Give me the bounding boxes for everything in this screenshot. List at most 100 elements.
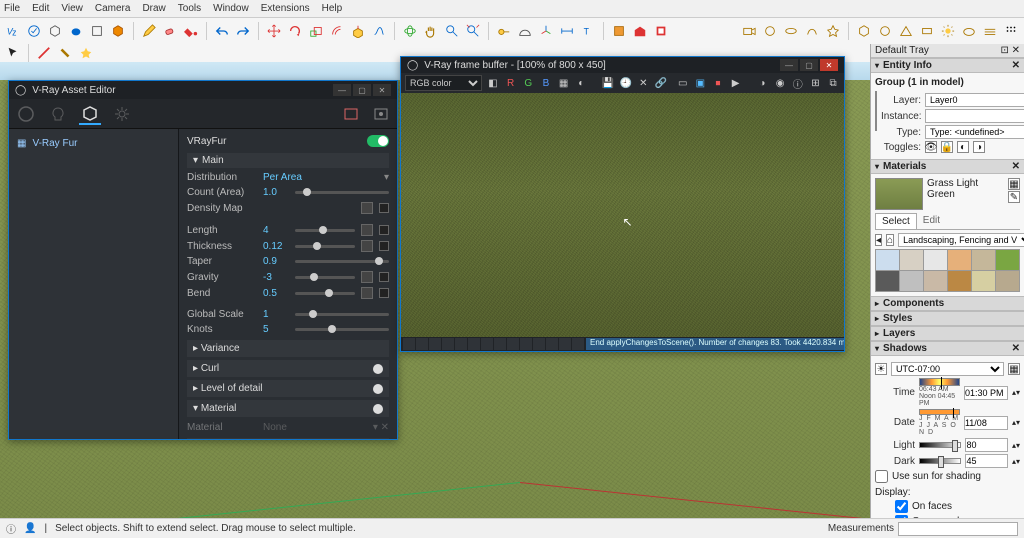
menu-camera[interactable]: Camera (95, 3, 131, 14)
shadow-toggle-icon[interactable]: ☀ (875, 363, 887, 375)
vfb-info-icon[interactable]: ⓘ (791, 75, 805, 91)
right-icon[interactable] (918, 22, 936, 40)
section-icon[interactable] (610, 22, 628, 40)
shadow-dark-slider[interactable] (919, 458, 961, 464)
toggle-lock-icon[interactable]: 🔒 (941, 141, 953, 153)
material-cell[interactable] (948, 250, 971, 270)
vray-furcube-icon[interactable] (109, 22, 127, 40)
warehouse-icon[interactable] (631, 22, 649, 40)
material-cell[interactable] (996, 250, 1019, 270)
protractor-icon[interactable] (516, 22, 534, 40)
menu-tools[interactable]: Tools (178, 3, 201, 14)
menu-file[interactable]: File (4, 3, 20, 14)
vfb-canvas[interactable]: ↖ (401, 93, 844, 337)
text-icon[interactable]: T (579, 22, 597, 40)
vray-render-icon[interactable] (88, 22, 106, 40)
shadow-dark-input[interactable] (965, 454, 1007, 468)
vray-gravity-slider[interactable] (295, 276, 355, 279)
vray-render2-icon[interactable] (371, 104, 391, 124)
material-cell[interactable] (972, 250, 995, 270)
vray-knots-slider[interactable] (295, 328, 389, 331)
vray-sect-variance[interactable]: ▸ Variance (187, 340, 389, 357)
entity-swatch[interactable] (875, 91, 877, 131)
entity-type-select[interactable]: Type: <undefined> (925, 125, 1024, 139)
pencil-icon[interactable] (140, 22, 158, 40)
dimension-icon[interactable] (558, 22, 576, 40)
offset-icon[interactable] (328, 22, 346, 40)
material-cell[interactable] (876, 250, 899, 270)
orbit-icon[interactable] (401, 22, 419, 40)
vray-count-slider[interactable] (295, 191, 389, 194)
mat-library-select[interactable]: Landscaping, Fencing and V (898, 233, 1024, 247)
mat-home-icon[interactable]: ⌂ (886, 234, 894, 246)
extension-icon[interactable] (652, 22, 670, 40)
select-icon[interactable] (4, 44, 22, 62)
vfb-render-icon[interactable]: ▶ (729, 75, 743, 91)
vfb-stop-icon[interactable]: ⏹ (711, 75, 725, 91)
vray-grav-chk[interactable] (379, 272, 389, 282)
vray-min-icon[interactable]: — (333, 84, 351, 96)
vfb-pixel-icon[interactable]: ⊞ (809, 75, 823, 91)
mat-dropper-icon[interactable]: ✎ (1008, 191, 1020, 203)
vfb-titlebar[interactable]: ◯ V-Ray frame buffer - [100% of 800 x 45… (401, 57, 844, 73)
dots-icon[interactable] (1002, 22, 1020, 40)
undo-icon[interactable] (213, 22, 231, 40)
vray-gscale-slider[interactable] (295, 313, 389, 316)
vray-tab-materials-icon[interactable] (15, 103, 37, 125)
material-cell[interactable] (924, 271, 947, 291)
vfb-channel-select[interactable]: RGB color (405, 75, 482, 91)
panel-components-header[interactable]: ▸Components (871, 296, 1024, 311)
vfb-b-icon[interactable]: B (539, 75, 553, 91)
vray-tab-settings-icon[interactable] (111, 103, 133, 125)
menu-window[interactable]: Window (213, 3, 249, 14)
pushpull-icon[interactable] (349, 22, 367, 40)
vray-teapot-icon[interactable] (67, 22, 85, 40)
render-icon[interactable] (803, 22, 821, 40)
material-swatch[interactable] (875, 178, 923, 210)
sun-icon[interactable] (939, 22, 957, 40)
shadow-tz-select[interactable]: UTC-07:00 (891, 362, 1004, 376)
rect-icon[interactable] (77, 44, 95, 62)
camera-icon[interactable] (740, 22, 758, 40)
vray-distribution-select[interactable]: Per Area▾ (263, 172, 389, 183)
vray-thick-map[interactable] (361, 240, 373, 252)
move-icon[interactable] (265, 22, 283, 40)
mat-back-icon[interactable]: ◂ (875, 234, 882, 246)
menu-edit[interactable]: Edit (32, 3, 49, 14)
shadow-light-slider[interactable] (919, 442, 961, 448)
eraser-icon[interactable] (161, 22, 179, 40)
vray-bend-chk[interactable] (379, 288, 389, 298)
toggle-shadow-icon[interactable]: ◐ (957, 141, 969, 153)
material-cell[interactable] (900, 250, 923, 270)
fog-icon[interactable] (981, 22, 999, 40)
entity-layer-select[interactable]: Layer0 (925, 93, 1024, 107)
menu-view[interactable]: View (61, 3, 83, 14)
vray-max-icon[interactable]: ▢ (353, 84, 371, 96)
vray-length-slider[interactable] (295, 229, 355, 232)
panel-layers-header[interactable]: ▸Layers (871, 326, 1024, 341)
panel-shadows-header[interactable]: ▾Shadows✕ (871, 341, 1024, 356)
panel-materials-header[interactable]: ▾Materials✕ (871, 159, 1024, 174)
vfb-region-icon[interactable]: ▭ (676, 75, 690, 91)
shadow-date-input[interactable] (964, 416, 1008, 430)
vfb-hist-icon[interactable]: 🕘 (619, 75, 633, 91)
material-cell[interactable] (924, 250, 947, 270)
paint-icon[interactable] (56, 44, 74, 62)
vfb-rgb-icon[interactable]: ◧ (486, 75, 500, 91)
vray-thick-chk[interactable] (379, 241, 389, 251)
vfb-save-icon[interactable]: 💾 (601, 75, 615, 91)
mat-tab-edit[interactable]: Edit (917, 213, 946, 229)
vray-render-icon[interactable] (341, 104, 361, 124)
shadow-usesun-check[interactable] (875, 470, 888, 483)
vfb-min-icon[interactable]: — (780, 59, 798, 71)
iso-icon[interactable] (855, 22, 873, 40)
mat-create-icon[interactable]: ▦ (1008, 178, 1020, 190)
vfb-comp-icon[interactable]: ⧉ (826, 75, 840, 91)
vray-sect-lod[interactable]: ▸ Level of detail (187, 380, 389, 397)
rotate-icon[interactable] (286, 22, 304, 40)
vfb-mono-icon[interactable]: ◐ (574, 75, 588, 91)
vfb-a-icon[interactable]: ▦ (557, 75, 571, 91)
vray-grav-map[interactable] (361, 271, 373, 283)
vray-logo-icon[interactable]: Vz (4, 22, 22, 40)
tape-icon[interactable] (495, 22, 513, 40)
